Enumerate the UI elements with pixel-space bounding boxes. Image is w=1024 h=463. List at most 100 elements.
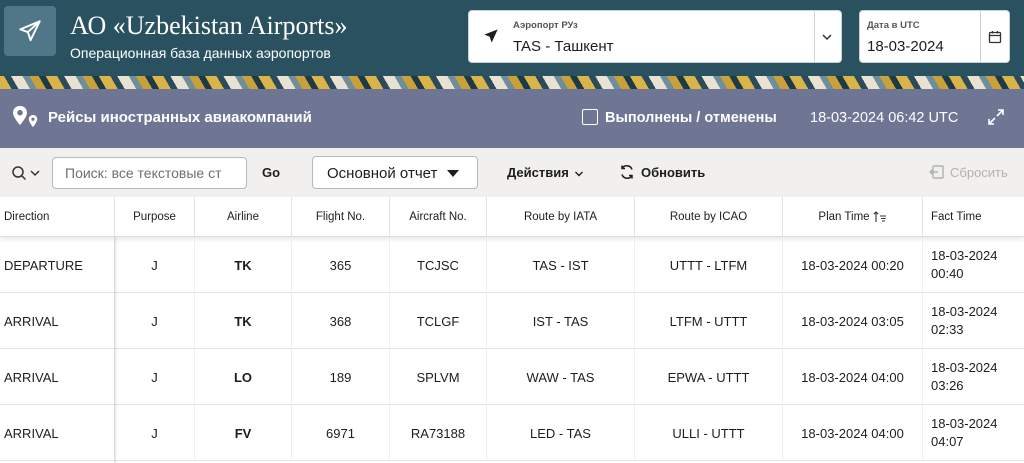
report-toolbar: Go Основной отчет Действия Обновить Сбро… [0, 148, 1024, 197]
report-select-value: Основной отчет [327, 165, 438, 182]
cell-plan-time: 18-03-2024 04:00 [783, 349, 923, 405]
refresh-label: Обновить [641, 165, 706, 180]
cell-airline: LO [195, 349, 292, 405]
table-row[interactable]: ARRIVAL J TK 368 TCLGF IST - TAS LTFM - … [0, 293, 1024, 349]
cell-fact-time: 18-03-2024 00:40 [923, 237, 1024, 293]
cell-aircraft-no: TCJSC [390, 237, 487, 293]
chevron-down-icon[interactable] [821, 31, 833, 43]
fact-time: 03:26 [931, 378, 964, 393]
column-header-aircraft-no[interactable]: Aircraft No. [390, 197, 487, 237]
region-title: Рейсы иностранных авиакомпаний [48, 109, 312, 126]
cell-route-iata: LED - TAS [487, 405, 635, 461]
cell-route-iata: TAS - IST [487, 237, 635, 293]
cell-route-icao: LTFM - UTTT [635, 293, 783, 349]
refresh-button[interactable]: Обновить [619, 164, 705, 183]
reset-icon [929, 165, 944, 179]
cell-purpose: J [115, 349, 195, 405]
actions-label: Действия [507, 165, 569, 180]
decorative-pattern-band [0, 76, 1024, 89]
column-header-direction[interactable]: Direction [0, 197, 115, 237]
table-row[interactable]: DEPARTURE J TK 365 TCJSC TAS - IST UTTT … [0, 237, 1024, 293]
cell-direction: ARRIVAL [0, 293, 115, 349]
airport-select[interactable]: Аэропорт РУз TAS - Ташкент [468, 10, 842, 63]
go-button[interactable]: Go [262, 165, 280, 180]
cell-airline: TK [195, 293, 292, 349]
fact-date: 18-03-2024 [931, 360, 998, 375]
refresh-icon [621, 164, 633, 180]
chevron-down-icon [575, 171, 584, 177]
location-pin-icon [13, 106, 38, 127]
cell-aircraft-no: RA73188 [390, 405, 487, 461]
cell-route-icao: ULLI - UTTT [635, 405, 783, 461]
cell-flight-no: 6971 [292, 405, 390, 461]
cell-purpose: J [115, 405, 195, 461]
column-header-route-iata[interactable]: Route by IATA [487, 197, 635, 237]
fact-date: 18-03-2024 [931, 248, 998, 263]
cell-purpose: J [115, 237, 195, 293]
sort-icon[interactable] [872, 211, 887, 223]
column-header-purpose[interactable]: Purpose [115, 197, 195, 237]
completed-cancelled-label[interactable]: Выполнены / отменены [605, 110, 777, 126]
completed-cancelled-checkbox[interactable] [582, 109, 598, 125]
cell-route-iata: IST - TAS [487, 293, 635, 349]
fact-date: 18-03-2024 [931, 416, 998, 431]
cell-direction: DEPARTURE [0, 237, 115, 293]
table-row[interactable]: ARRIVAL J FV 6971 RA73188 LED - TAS ULLI… [0, 405, 1024, 461]
flights-table: Direction Purpose Airline Flight No. Air… [0, 197, 1024, 463]
cell-direction: ARRIVAL [0, 349, 115, 405]
fact-time: 02:33 [931, 322, 964, 337]
send-plane-icon [19, 20, 41, 42]
table-header: Direction Purpose Airline Flight No. Air… [0, 197, 1024, 237]
expand-icon[interactable] [987, 108, 1005, 126]
column-header-route-icao[interactable]: Route by ICAO [635, 197, 783, 237]
cell-aircraft-no: SPLVM [390, 349, 487, 405]
cell-route-iata: WAW - TAS [487, 349, 635, 405]
app-header: АО «Uzbekistan Airports» Операционная ба… [0, 0, 1024, 76]
cell-plan-time: 18-03-2024 00:20 [783, 237, 923, 293]
app-subtitle: Операционная база данных аэропортов [70, 45, 331, 61]
cell-aircraft-no: TCLGF [390, 293, 487, 349]
reset-button[interactable]: Сбросить [929, 164, 1008, 183]
cell-route-icao: UTTT - LTFM [635, 237, 783, 293]
send-plane-icon [484, 29, 498, 43]
cell-flight-no: 189 [292, 349, 390, 405]
cell-flight-no: 365 [292, 237, 390, 293]
cell-plan-time: 18-03-2024 04:00 [783, 405, 923, 461]
table-row[interactable]: ARRIVAL J LO 189 SPLVM WAW - TAS EPWA - … [0, 349, 1024, 405]
cell-fact-time: 18-03-2024 02:33 [923, 293, 1024, 349]
cell-airline: TK [195, 237, 292, 293]
region-header: Рейсы иностранных авиакомпаний Выполнены… [0, 89, 1024, 148]
calendar-button[interactable] [981, 10, 1010, 63]
cell-fact-time: 18-03-2024 03:26 [923, 349, 1024, 405]
search-input[interactable] [52, 157, 247, 189]
column-header-plan-time[interactable]: Plan Time [783, 197, 923, 237]
cell-airline: FV [195, 405, 292, 461]
frozen-column-shadow [114, 237, 118, 463]
current-datetime: 18-03-2024 06:42 UTC [810, 110, 959, 126]
cell-direction: ARRIVAL [0, 405, 115, 461]
airport-divider [814, 11, 815, 62]
fact-time: 00:40 [931, 266, 964, 281]
cell-purpose: J [115, 293, 195, 349]
fact-date: 18-03-2024 [931, 304, 998, 319]
cell-flight-no: 368 [292, 293, 390, 349]
cell-route-icao: EPWA - UTTT [635, 349, 783, 405]
date-field[interactable]: Дата в UTC 18-03-2024 [859, 10, 981, 63]
calendar-icon [988, 30, 1002, 43]
fact-time: 04:07 [931, 434, 964, 449]
cell-plan-time: 18-03-2024 03:05 [783, 293, 923, 349]
airport-label: Аэропорт РУз [513, 20, 578, 31]
report-select[interactable]: Основной отчет [312, 156, 478, 189]
column-header-flight-no[interactable]: Flight No. [292, 197, 390, 237]
reset-label: Сбросить [950, 165, 1008, 180]
caret-down-icon [447, 170, 459, 177]
date-label: Дата в UTC [867, 20, 920, 31]
date-value: 18-03-2024 [867, 38, 944, 55]
column-header-fact-time[interactable]: Fact Time [923, 197, 1024, 237]
actions-menu-button[interactable]: Действия [507, 165, 584, 180]
column-header-airline[interactable]: Airline [195, 197, 292, 237]
home-button[interactable] [4, 6, 56, 56]
cell-fact-time: 18-03-2024 04:07 [923, 405, 1024, 461]
search-icon[interactable] [11, 165, 43, 181]
airport-value: TAS - Ташкент [513, 38, 614, 55]
